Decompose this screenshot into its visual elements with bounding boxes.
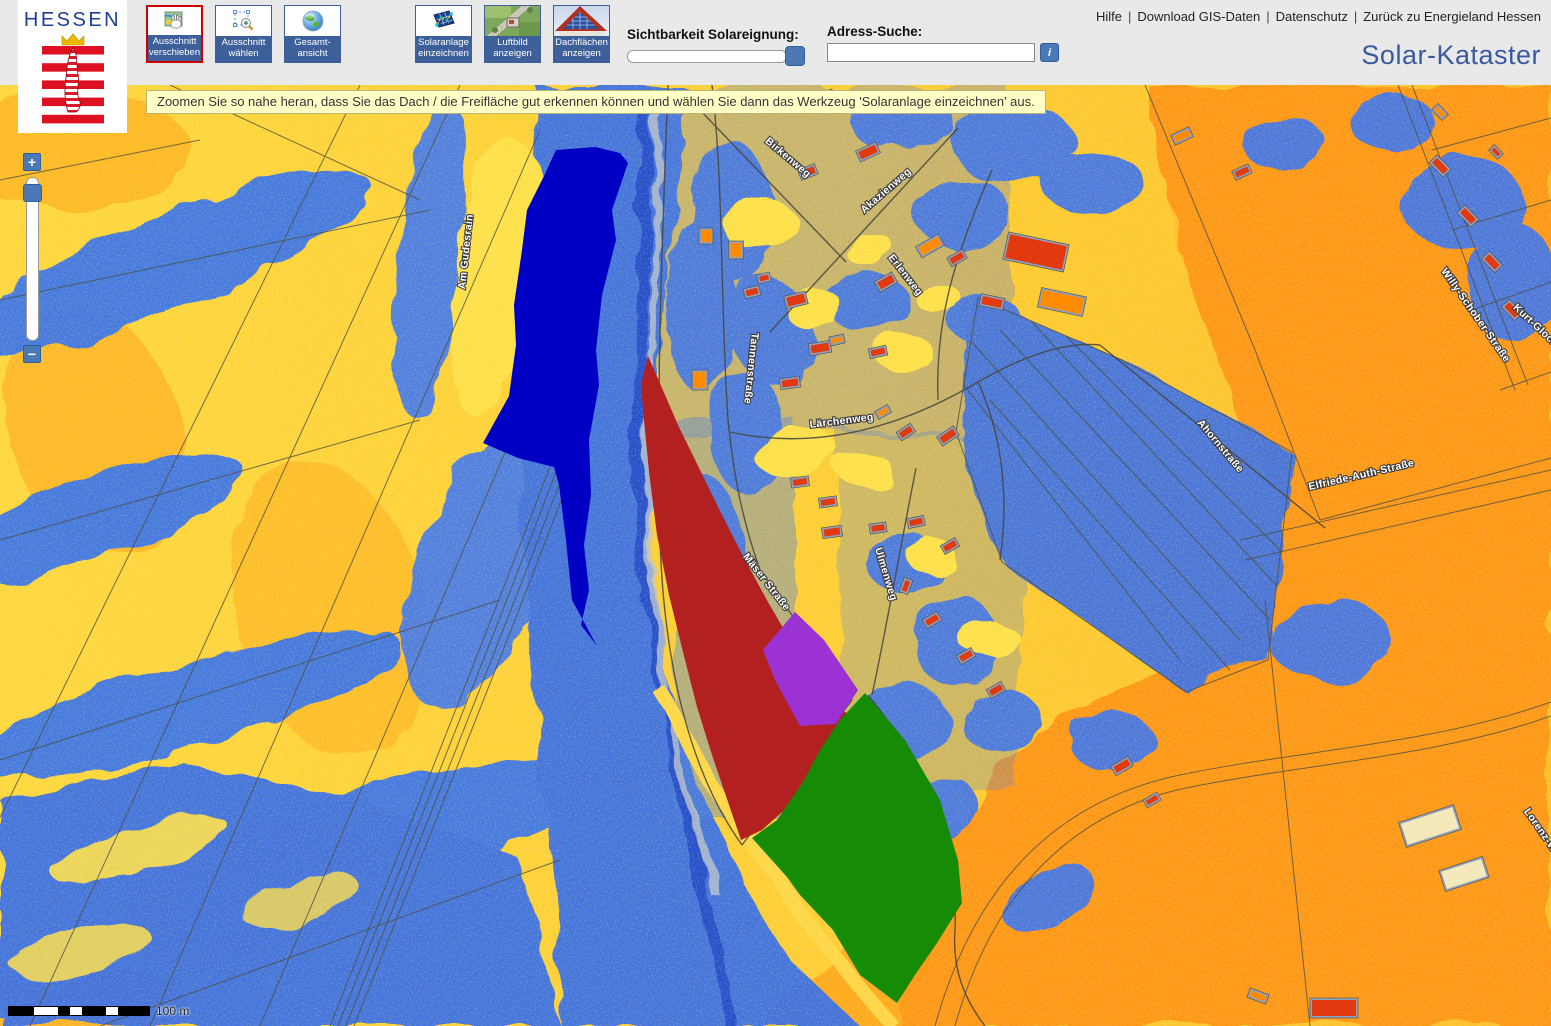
zoom-slider-handle[interactable] <box>23 184 42 202</box>
link-separator: | <box>1128 9 1131 24</box>
link-datenschutz[interactable]: Datenschutz <box>1276 9 1348 24</box>
layer-tool-group: Solaranlageeinzeichnen Luftbildanz <box>415 5 610 63</box>
scale-bar-segment <box>106 1007 118 1015</box>
visibility-slider[interactable] <box>627 49 803 63</box>
solar-kataster-app: Am GudesrainBirkenwegTannenstraßeAkazien… <box>0 0 1551 1026</box>
solar-heatmap: Am GudesrainBirkenwegTannenstraßeAkazien… <box>0 85 1551 1026</box>
roof-areas-button[interactable]: Dachflächenanzeigen <box>553 5 610 63</box>
header: Ausschnittverschieben Ausschni <box>0 0 1551 85</box>
top-links: Hilfe | Download GIS-Daten | Datenschutz | Zur… <box>1096 9 1541 24</box>
roof-areas-label: Dachflächenanzeigen <box>554 36 609 62</box>
crown-icon <box>62 34 84 45</box>
pan-map-icon <box>148 7 201 35</box>
overview-button[interactable]: Gesamt-ansicht <box>284 5 341 63</box>
zoom-hint-notice: Zoomen Sie so nahe heran, dass Sie das D… <box>146 90 1046 114</box>
aerial-view-button[interactable]: Luftbildanzeigen <box>484 5 541 63</box>
info-button[interactable]: i <box>1040 43 1059 62</box>
address-search-block: Adress-Suche: i <box>827 24 1059 62</box>
link-separator: | <box>1266 9 1269 24</box>
pan-map-label: Ausschnittverschieben <box>148 35 201 61</box>
hessen-wordmark: HESSEN <box>18 9 127 32</box>
hessen-coat-of-arms <box>40 32 106 124</box>
hessen-logo: HESSEN <box>18 0 127 133</box>
draw-solar-button[interactable]: Solaranlageeinzeichnen <box>415 5 472 63</box>
select-extent-button[interactable]: Ausschnittwählen <box>215 5 272 63</box>
globe-icon <box>285 6 340 36</box>
roof-panels-icon <box>554 6 609 36</box>
solar-panel-draw-icon <box>416 6 471 36</box>
overview-label: Gesamt-ansicht <box>285 36 340 62</box>
scale-bar-segment <box>58 1007 70 1015</box>
aerial-view-label: Luftbildanzeigen <box>485 36 540 62</box>
pan-map-button[interactable]: Ausschnittverschieben <box>146 5 203 63</box>
link-energieland[interactable]: Zurück zu Energieland Hessen <box>1363 9 1541 24</box>
select-extent-icon <box>216 6 271 36</box>
scale-bar-segment <box>9 1007 34 1015</box>
address-search-input[interactable] <box>827 43 1035 62</box>
draw-solar-label: Solaranlageeinzeichnen <box>416 36 471 62</box>
link-download-gis[interactable]: Download GIS-Daten <box>1137 9 1260 24</box>
visibility-slider-handle[interactable] <box>785 46 805 66</box>
scale-bar-segments <box>8 1006 150 1016</box>
address-search-label: Adress-Suche: <box>827 24 1059 39</box>
page-title: Solar-Kataster <box>1361 40 1541 71</box>
link-hilfe[interactable]: Hilfe <box>1096 9 1122 24</box>
visibility-slider-label: Sichtbarkeit Solareignung: <box>627 27 803 42</box>
visibility-slider-block: Sichtbarkeit Solareignung: <box>627 27 803 63</box>
scale-bar-segment <box>70 1007 82 1015</box>
scale-bar-segment <box>34 1007 58 1015</box>
scale-bar: 100 m <box>8 1004 189 1018</box>
select-extent-label: Ausschnittwählen <box>216 36 271 62</box>
zoom-out-button[interactable]: − <box>23 345 41 363</box>
navigation-tool-group: Ausschnittverschieben Ausschni <box>146 5 341 63</box>
link-separator: | <box>1354 9 1357 24</box>
scale-bar-segment <box>82 1007 106 1015</box>
zoom-in-button[interactable]: + <box>23 153 41 171</box>
scale-bar-label: 100 m <box>156 1004 189 1018</box>
aerial-photo-icon <box>485 6 540 36</box>
visibility-slider-track[interactable] <box>627 50 787 63</box>
scale-bar-segment <box>118 1007 149 1015</box>
heatmap-grain-blue <box>0 85 1551 1026</box>
map-canvas[interactable]: Am GudesrainBirkenwegTannenstraßeAkazien… <box>0 85 1551 1026</box>
